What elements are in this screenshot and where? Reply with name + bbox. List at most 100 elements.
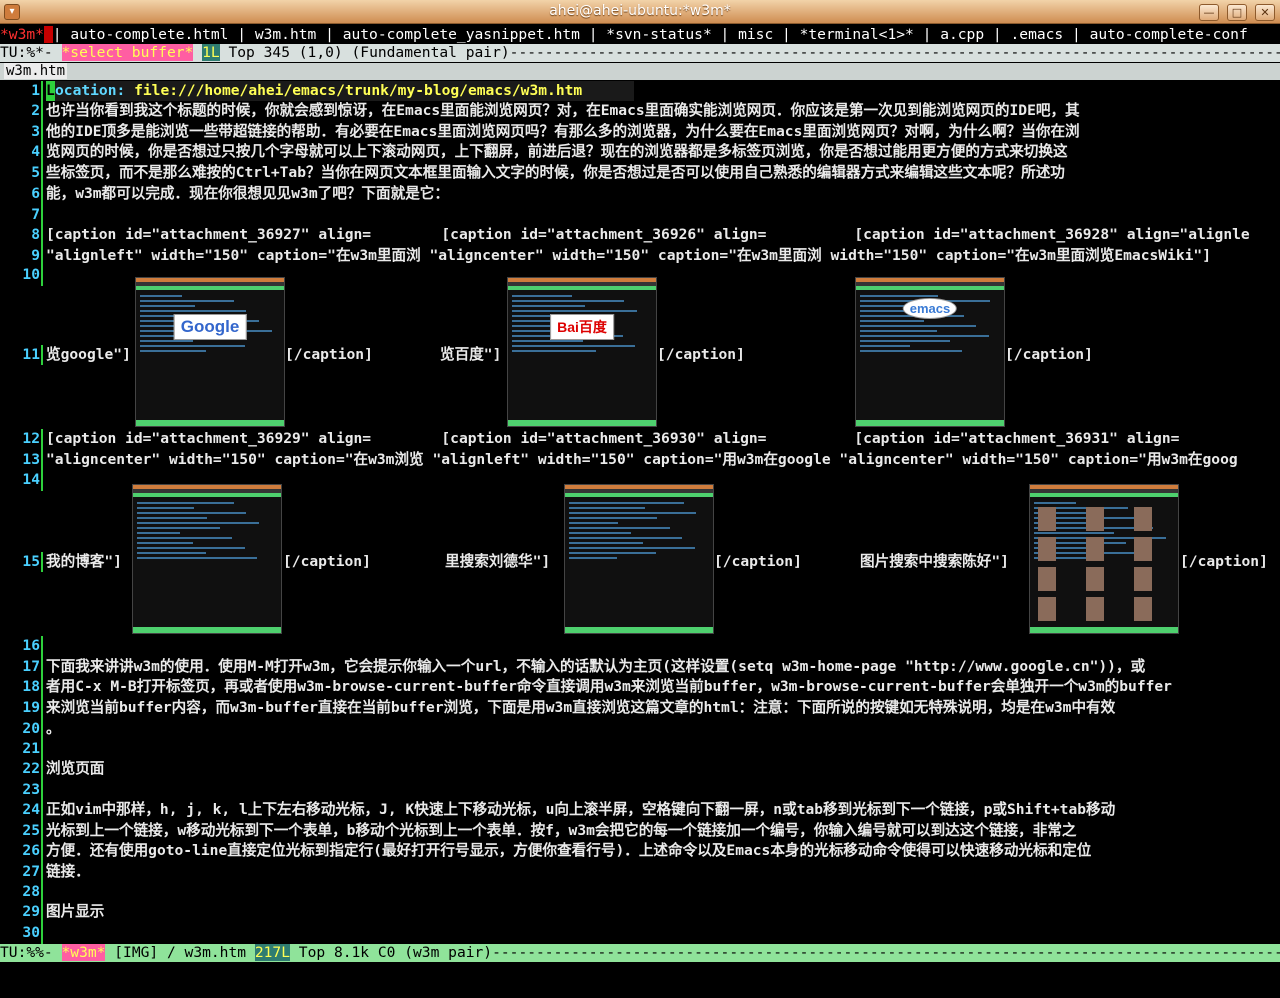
tab-auto-complete-conf[interactable]: auto-complete-conf [1090, 26, 1248, 43]
photo-thumb [1038, 507, 1056, 531]
line-number: 12 [22, 430, 40, 447]
blog-thumb[interactable] [132, 484, 282, 634]
line-number: 19 [22, 699, 40, 716]
fringe-bar [41, 862, 43, 883]
tab-separator: | [711, 26, 739, 43]
photo-thumb [1038, 537, 1056, 561]
tab-misc[interactable]: misc [738, 26, 773, 43]
google-thumb[interactable]: Google [135, 277, 285, 427]
mode-line-buffer-name[interactable]: *w3m* [61, 944, 106, 961]
buffer-line[interactable]: "alignleft" width="150" caption="在w3m里面浏… [46, 246, 1211, 266]
minimize-button[interactable]: — [1199, 4, 1219, 21]
tab-w3m-htm[interactable]: w3m.htm [255, 26, 317, 43]
thumb-modeline [1030, 493, 1178, 497]
fringe-bar [41, 101, 43, 122]
buffer-line[interactable]: 也许当你看到我这个标题的时候，你就会感到惊讶，在Emacs里面能浏览网页？对，在… [46, 101, 1080, 121]
buffer-line[interactable]: 者用C-x M-B打开标签页，再或者使用w3m-browse-current-b… [46, 677, 1172, 697]
line-number: 10 [22, 266, 40, 283]
buffer-line[interactable]: 能，w3m都可以完成．现在你很想见见w3m了吧？下面就是它： [46, 184, 449, 204]
tab-separator: | [913, 26, 941, 43]
bottom-mode-line[interactable]: TU:%%- *w3m* [IMG] / w3m.htm 217L Top 8.… [0, 944, 1280, 962]
mode-line-info: [IMG] / w3m.htm [114, 944, 247, 961]
buffer-line[interactable]: [caption id="attachment_36927" align= [c… [46, 225, 1250, 245]
w3m-buffer[interactable]: 1 Location: file:///home/ahei/emacs/trunk… [0, 81, 1280, 945]
window-titlebar[interactable]: ▾ ahei@ahei-ubuntu:*w3m* — □ ✕ [0, 0, 1280, 24]
line-number: 21 [22, 740, 40, 757]
line-number: 2 [31, 102, 40, 119]
line-number: 18 [22, 678, 40, 695]
fringe-bar [41, 265, 43, 286]
fringe-bar [41, 122, 43, 143]
header-line-label[interactable]: w3m.htm [4, 63, 68, 79]
tab-separator: | [316, 26, 343, 43]
baidu-thumb[interactable]: Bai百度 [507, 277, 657, 427]
inline-caption-text: [/caption] [1180, 553, 1268, 570]
buffer-line[interactable]: 。 [46, 719, 61, 739]
thumb-status [508, 420, 656, 426]
buffer-line[interactable]: 他的IDE顶多是能浏览一些带超链接的帮助．有必要在Emacs里面浏览网页吗？有那… [46, 122, 1080, 142]
fringe-bar [41, 225, 43, 246]
tab-auto-complete-yasnippet[interactable]: auto-complete_yasnippet.htm [343, 26, 580, 43]
line-number: 7 [31, 206, 40, 223]
tab-a-cpp[interactable]: a.cpp [940, 26, 984, 43]
inline-caption-text: 览百度"] [440, 346, 502, 363]
buffer-line[interactable]: [caption id="attachment_36929" align= [c… [46, 429, 1179, 449]
top-mode-line[interactable]: TU:%*- *select buffer* 1L Top 345 (1,0) … [0, 44, 1280, 62]
inline-caption-text: [/caption] [285, 346, 373, 363]
photo-thumb [1134, 567, 1152, 591]
tab-separator: | [579, 26, 607, 43]
mode-line-dashes: ----------------------------------------… [509, 44, 1280, 61]
close-button[interactable]: ✕ [1255, 4, 1275, 21]
fringe-bar [41, 800, 43, 821]
fringe-bar [41, 719, 43, 740]
tab-emacs[interactable]: .emacs [1011, 26, 1064, 43]
tab-svn-status[interactable]: *svn-status* [606, 26, 711, 43]
tab-terminal[interactable]: *terminal<1>* [800, 26, 914, 43]
buffer-line[interactable]: 览网页的时候，你是否想过只按几个字母就可以上下滚动网页，上下翻屏，前进后退？现在… [46, 142, 1068, 162]
thumb-modeline [508, 286, 656, 290]
photo-thumb [1134, 537, 1152, 561]
buffer-line[interactable]: "aligncenter" width="150" caption="在w3m浏… [46, 450, 1238, 470]
line-number: 14 [22, 471, 40, 488]
thumb-status [1030, 627, 1178, 633]
line-number: 22 [22, 760, 40, 777]
buffer-line[interactable]: 图片显示 [46, 902, 104, 922]
minibuffer[interactable] [0, 962, 1280, 998]
line-number: 23 [22, 781, 40, 798]
fringe-bar [41, 657, 43, 678]
location-url[interactable]: file:///home/ahei/emacs/trunk/my-blog/em… [134, 82, 582, 99]
buffer-line[interactable]: 些标签页，而不是那么难按的Ctrl+Tab？当你在网页文本框里面输入文字的时候，… [46, 163, 1065, 183]
tab-separator: | [52, 26, 71, 43]
mode-line-buffer-name[interactable]: *select buffer* [61, 44, 194, 61]
image-search-thumb[interactable] [1029, 484, 1179, 634]
buffer-line[interactable]: 方便．还有使用goto-line直接定位光标到指定行(最好打开行号显示，方便你查… [46, 841, 1091, 861]
tab-w3m[interactable]: *w3m* [0, 26, 44, 43]
buffer-line[interactable]: 浏览页面 [46, 759, 104, 779]
tab-auto-complete-html[interactable]: auto-complete.html [70, 26, 228, 43]
buffer-line[interactable]: 正如vim中那样，h, j, k, l上下左右移动光标，J, K快速上下移动光标… [46, 800, 1115, 820]
buffer-line[interactable]: 光标到上一个链接，w移动光标到下一个表单，b移动个光标到上一个表单．按f，w3m… [46, 821, 1077, 841]
mode-line-state: TU:%%- [0, 944, 53, 961]
thumb-modeline [136, 286, 284, 290]
maximize-button[interactable]: □ [1227, 4, 1247, 21]
emacswiki-thumb[interactable]: emacs [855, 277, 1005, 427]
fringe-bar [41, 81, 43, 102]
buffer-line[interactable]: 来浏览当前buffer内容，而w3m-buffer直接在当前buffer浏览，下… [46, 698, 1115, 718]
text-cursor: L [46, 81, 55, 101]
google-search-thumb[interactable] [564, 484, 714, 634]
inline-caption-text: [/caption] [657, 346, 745, 363]
buffer-line[interactable]: 我的博客"] [46, 552, 122, 572]
buffer-line[interactable]: Location: file:///home/ahei/emacs/trunk/… [46, 81, 634, 101]
buffer-line[interactable]: 览google"] [46, 345, 131, 365]
photo-thumb [1134, 507, 1152, 531]
line-number: 20 [22, 720, 40, 737]
fringe-bar [41, 698, 43, 719]
buffer-line[interactable]: 下面我来讲讲w3m的使用．使用M-M打开w3m，它会提示你输入一个url，不输入… [46, 657, 1145, 677]
line-number: 5 [31, 164, 40, 181]
line-number: 6 [31, 185, 40, 202]
photo-thumb [1086, 507, 1104, 531]
inline-caption-text: [/caption] [714, 553, 802, 570]
inline-caption-text: 图片搜索中搜索陈好"] [860, 553, 1009, 570]
line-number: 26 [22, 842, 40, 859]
buffer-line[interactable]: 链接． [46, 862, 90, 882]
